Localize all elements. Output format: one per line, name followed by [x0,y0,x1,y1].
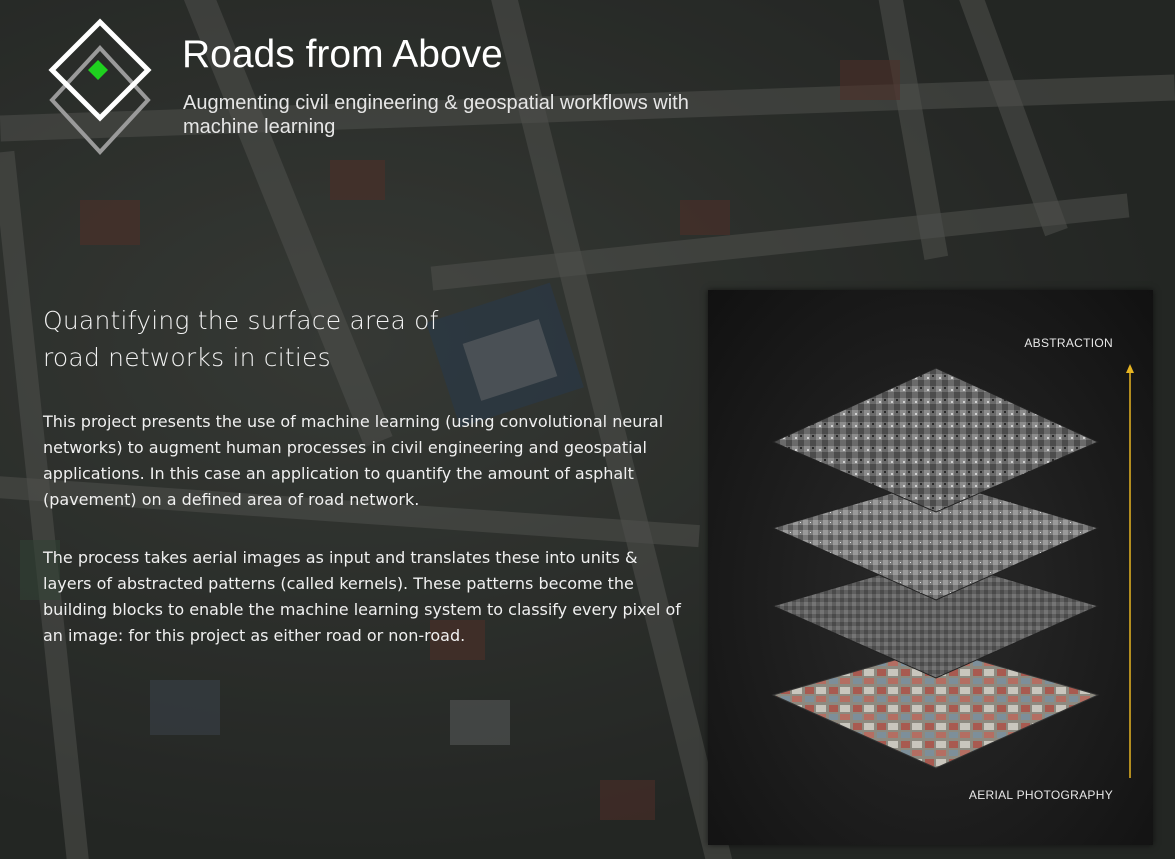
intro-paragraph: This project presents the use of machine… [43,412,664,509]
kernel-layer-3 [771,367,1100,513]
section-heading: Quantifying the surface area of road net… [43,306,439,372]
aerial-photography-label: AERIAL PHOTOGRAPHY [968,788,1113,802]
layer-stack-graphic [771,364,1134,778]
layer-abstraction-figure: ABSTRACTION AERIAL PHOTOGRAPHY [708,290,1153,845]
abstraction-label: ABSTRACTION [1024,336,1113,350]
page-title: Roads from Above [182,33,503,76]
page-subtitle: Augmenting civil engineering & geospatia… [183,92,689,138]
process-paragraph: The process takes aerial images as input… [43,548,681,645]
diamond-logo-icon[interactable] [44,18,156,158]
arrow-head-icon [1126,364,1134,373]
